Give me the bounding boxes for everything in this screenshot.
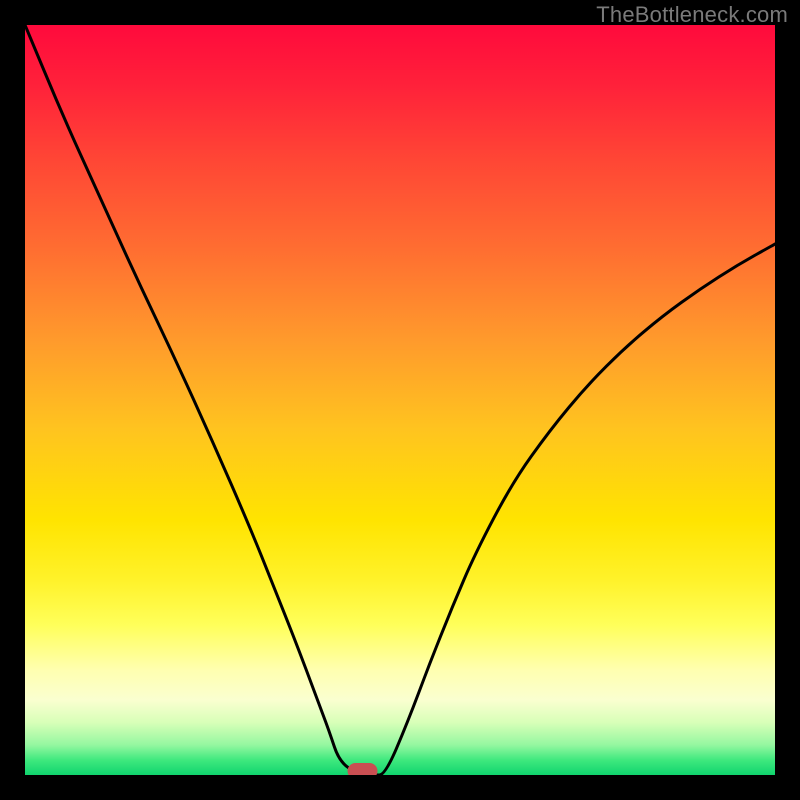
bottleneck-curve-path bbox=[25, 25, 775, 775]
plot-area bbox=[25, 25, 775, 775]
curve-layer bbox=[25, 25, 775, 775]
chart-frame: TheBottleneck.com bbox=[0, 0, 800, 800]
optimal-marker bbox=[348, 763, 378, 775]
